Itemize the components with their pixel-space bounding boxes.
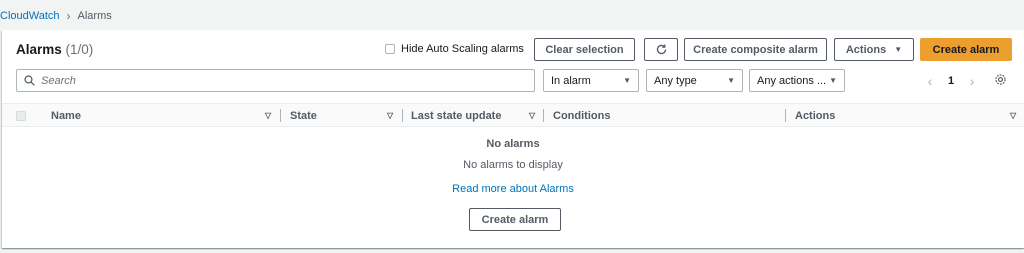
refresh-icon <box>656 44 666 55</box>
column-header-last-state-update[interactable]: Last state update <box>411 110 501 122</box>
page-number[interactable]: 1 <box>948 75 954 87</box>
hide-autoscaling-toggle[interactable]: Hide Auto Scaling alarms <box>385 43 524 55</box>
search-input[interactable]: Search <box>16 69 535 92</box>
type-filter-value: Any type <box>654 74 697 87</box>
sort-icon[interactable]: ▽ <box>265 111 271 120</box>
breadcrumb-current: Alarms <box>77 10 112 22</box>
actions-button-label: Actions <box>845 43 887 56</box>
hide-autoscaling-checkbox[interactable] <box>385 44 395 54</box>
refresh-button[interactable] <box>644 38 678 61</box>
actions-filter-value: Any actions ... <box>757 74 827 87</box>
clear-selection-button[interactable]: Clear selection <box>534 38 635 61</box>
hide-autoscaling-label: Hide Auto Scaling alarms <box>401 43 524 55</box>
create-alarm-button[interactable]: Create alarm <box>920 38 1012 61</box>
alarms-panel: Alarms (1/0) Hide Auto Scaling alarms Cl… <box>2 30 1024 248</box>
pagination: ‹ 1 › <box>924 69 1007 92</box>
caret-down-icon: ▼ <box>829 76 837 85</box>
sort-icon[interactable]: ▽ <box>1010 111 1016 120</box>
alarm-count: (1/0) <box>65 42 94 57</box>
column-divider[interactable] <box>402 109 403 122</box>
search-placeholder: Search <box>41 74 76 87</box>
empty-state: No alarms No alarms to display Read more… <box>2 138 1024 195</box>
column-header-name[interactable]: Name <box>51 110 81 122</box>
sort-icon[interactable]: ▽ <box>387 111 393 120</box>
column-divider[interactable] <box>543 109 544 122</box>
empty-title: No alarms <box>486 138 540 150</box>
page-title-text: Alarms <box>16 42 62 57</box>
column-divider[interactable] <box>785 109 786 122</box>
breadcrumb-cloudwatch-link[interactable]: CloudWatch <box>0 10 60 22</box>
search-icon <box>24 75 35 86</box>
read-more-link[interactable]: Read more about Alarms <box>2 183 1024 195</box>
column-header-state[interactable]: State <box>290 110 317 122</box>
actions-dropdown-button[interactable]: Actions ▼ <box>834 38 914 61</box>
type-filter-select[interactable]: Any type ▼ <box>646 69 743 92</box>
create-composite-alarm-button[interactable]: Create composite alarm <box>684 38 827 61</box>
empty-create-alarm-button[interactable]: Create alarm <box>469 208 561 231</box>
caret-down-icon: ▼ <box>894 45 903 54</box>
table-header: Name ▽ State ▽ Last state update ▽ Condi… <box>2 103 1024 127</box>
caret-down-icon: ▼ <box>623 76 631 85</box>
chevron-left-icon[interactable]: ‹ <box>924 73 936 89</box>
select-all-checkbox[interactable] <box>16 111 26 121</box>
breadcrumb: CloudWatch › Alarms <box>0 7 112 25</box>
sort-icon[interactable]: ▽ <box>529 111 535 120</box>
state-filter-select[interactable]: In alarm ▼ <box>543 69 639 92</box>
state-filter-value: In alarm <box>551 74 591 87</box>
column-header-actions: Actions <box>795 110 836 122</box>
chevron-right-icon: › <box>66 9 71 23</box>
actions-filter-select[interactable]: Any actions ... ▼ <box>749 69 845 92</box>
column-divider[interactable] <box>280 109 281 122</box>
column-header-conditions: Conditions <box>553 110 611 122</box>
settings-gear-icon[interactable] <box>994 73 1007 89</box>
empty-subtitle: No alarms to display <box>463 159 563 171</box>
caret-down-icon: ▼ <box>727 76 735 85</box>
chevron-right-icon[interactable]: › <box>966 73 978 89</box>
page-title: Alarms (1/0) <box>16 42 93 57</box>
